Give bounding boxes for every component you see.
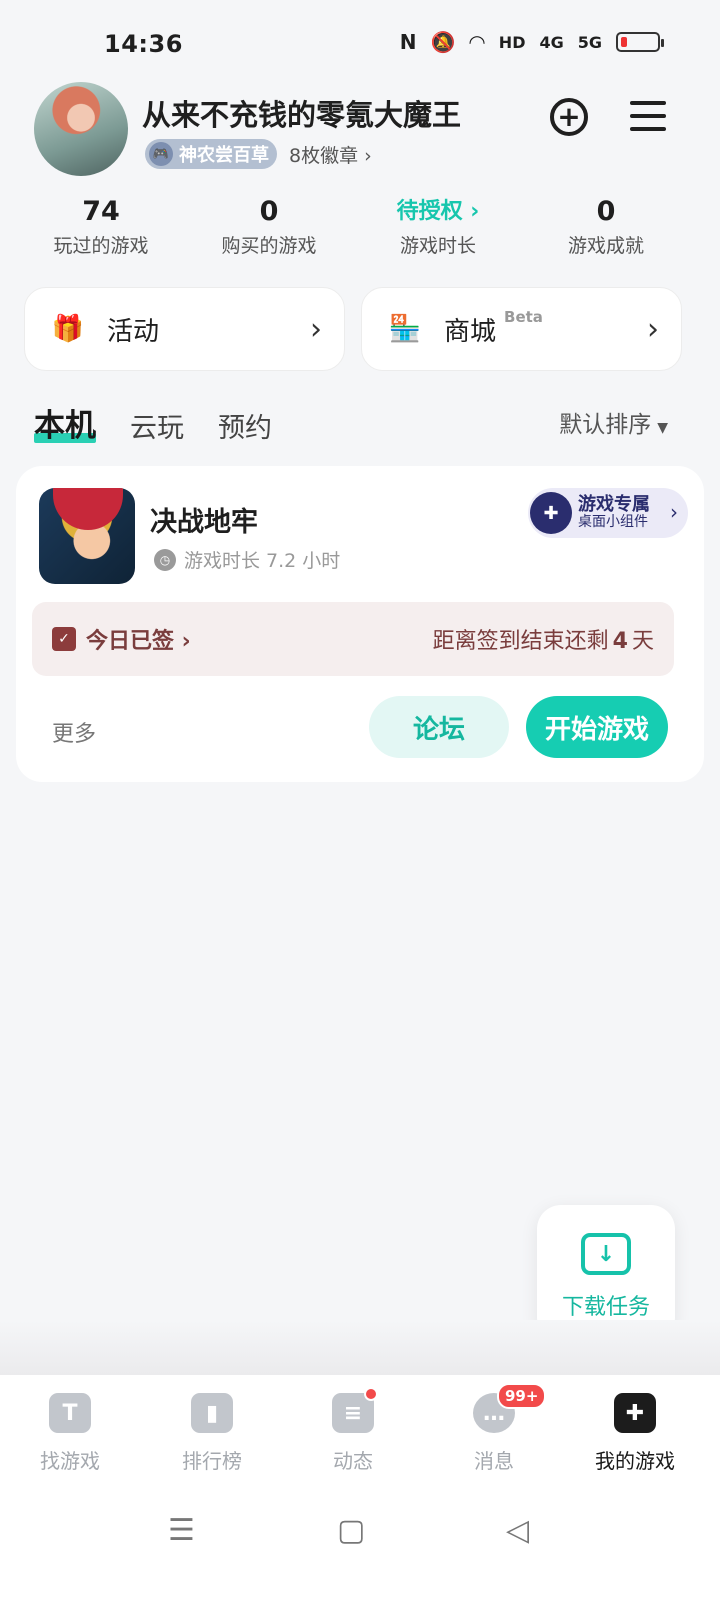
nav-messages[interactable]: … 99+ 消息	[439, 1383, 549, 1474]
sign-in-bar[interactable]: ✓ 今日已签 › 距离签到结束还剩 4 天	[32, 602, 674, 676]
feed-icon: ≡	[332, 1387, 378, 1433]
nav-find-games[interactable]: T 找游戏	[15, 1393, 125, 1474]
game-tabs: 本机 云玩 预约	[34, 400, 272, 445]
nav-label: 动态	[333, 1449, 373, 1473]
download-icon: ↓	[581, 1233, 631, 1275]
nav-my-games[interactable]: ✚ 我的游戏	[580, 1393, 690, 1474]
tab-reservation[interactable]: 预约	[218, 406, 272, 445]
status-icons: N 🔕 ◠ HD 4G 5G	[399, 30, 664, 54]
status-bar: 14:36 N 🔕 ◠ HD 4G 5G	[0, 0, 720, 90]
message-icon: … 99+	[473, 1383, 547, 1433]
store-card[interactable]: 🏪 商城 Beta ›	[361, 287, 682, 371]
badge-count-link[interactable]: 8枚徽章 ›	[289, 141, 372, 168]
notification-dot	[364, 1387, 378, 1401]
4g-signal-icon: 4G	[539, 32, 564, 52]
gamepad-icon: 🎮	[149, 142, 173, 166]
remaining-days: 4	[612, 629, 628, 654]
wifi-icon: ◠	[469, 30, 485, 54]
tab-local[interactable]: 本机	[34, 400, 96, 445]
nav-label: 消息	[474, 1449, 514, 1473]
add-button[interactable]: +	[550, 98, 588, 136]
gamepad-icon: ✚	[530, 492, 572, 534]
hamburger-icon	[630, 101, 666, 105]
bottom-shade	[0, 1320, 720, 1375]
activity-card[interactable]: 🎁 活动 ›	[24, 287, 345, 371]
game-card[interactable]: 决战地牢 ◷ 游戏时长 7.2 小时 ✚ 游戏专属 桌面小组件 › ✓ 今日已签…	[16, 466, 704, 782]
message-count-badge: 99+	[497, 1383, 547, 1409]
store-label: 商城	[444, 316, 497, 347]
game-icon[interactable]	[39, 488, 135, 584]
username[interactable]: 从来不充钱的零氪大魔王	[142, 92, 461, 134]
stat-value: 0	[596, 196, 616, 227]
bottom-nav: T 找游戏 ▮ 排行榜 ≡ 动态 … 99+ 消息 ✚ 我的游戏	[0, 1375, 720, 1485]
stat-label: 游戏成就	[567, 235, 644, 257]
menu-button[interactable]	[630, 101, 666, 131]
avatar[interactable]	[34, 82, 128, 176]
home-icon[interactable]: ▢	[337, 1513, 365, 1548]
sign-in-remaining: 距离签到结束还剩 4 天	[432, 629, 654, 654]
stat-value: 74	[82, 196, 120, 227]
chevron-right-icon: ›	[310, 311, 322, 347]
desktop-widget-button[interactable]: ✚ 游戏专属 桌面小组件 ›	[528, 488, 688, 538]
play-time: ◷ 游戏时长 7.2 小时	[154, 546, 340, 573]
download-tasks-label: 下载任务	[561, 1295, 650, 1320]
my-games-icon: ✚	[614, 1393, 656, 1433]
play-time-label: 游戏时长 7.2 小时	[184, 550, 341, 572]
title-badge-label: 神农尝百草	[179, 145, 269, 166]
nav-feed[interactable]: ≡ 动态	[298, 1387, 408, 1474]
widget-title: 游戏专属	[578, 494, 650, 516]
stat-play-time[interactable]: 待授权 › 游戏时长	[353, 195, 523, 258]
forum-button[interactable]: 论坛	[369, 696, 509, 758]
ranking-icon: ▮	[191, 1393, 233, 1433]
store-icon: 🏪	[388, 314, 422, 344]
stat-played-games[interactable]: 74 玩过的游戏	[16, 195, 186, 258]
back-icon[interactable]: ◁	[506, 1513, 529, 1548]
hd-icon: HD	[498, 32, 526, 52]
tab-cloud[interactable]: 云玩	[130, 406, 184, 445]
sort-dropdown[interactable]: 默认排序 ▼	[559, 405, 668, 439]
stat-label: 玩过的游戏	[53, 235, 149, 257]
nav-label: 找游戏	[40, 1449, 100, 1473]
start-game-button[interactable]: 开始游戏	[526, 696, 668, 758]
stats-row: 74 玩过的游戏 0 购买的游戏 待授权 › 游戏时长 0 游戏成就	[0, 195, 720, 265]
caret-down-icon: ▼	[657, 420, 668, 436]
find-game-icon: T	[49, 1393, 91, 1433]
stopwatch-icon: ◷	[154, 548, 176, 571]
system-nav-bar: ☰ ▢ ◁	[0, 1485, 720, 1600]
more-button[interactable]: 更多	[52, 716, 96, 748]
stat-value: 0	[259, 196, 279, 227]
nfc-icon: N	[399, 30, 417, 54]
battery-low-icon	[616, 32, 664, 52]
sort-label: 默认排序	[559, 412, 652, 438]
beta-tag: Beta	[504, 308, 543, 326]
status-time: 14:36	[104, 30, 183, 58]
nav-ranking[interactable]: ▮ 排行榜	[157, 1393, 267, 1474]
nav-label: 排行榜	[182, 1449, 242, 1473]
sign-in-status-label: 今日已签 ›	[86, 629, 191, 654]
mute-icon: 🔕	[430, 30, 456, 54]
nav-label: 我的游戏	[595, 1449, 675, 1473]
activity-label: 活动	[107, 316, 160, 347]
stat-purchased-games[interactable]: 0 购买的游戏	[184, 195, 354, 258]
chevron-right-icon: ›	[647, 311, 659, 347]
recent-apps-icon[interactable]: ☰	[168, 1513, 195, 1548]
sign-in-status[interactable]: ✓ 今日已签 ›	[52, 623, 191, 655]
game-name[interactable]: 决战地牢	[150, 500, 258, 539]
stat-achievements[interactable]: 0 游戏成就	[521, 195, 691, 258]
gift-icon: 🎁	[51, 314, 85, 344]
chevron-right-icon: ›	[670, 500, 678, 524]
title-badge[interactable]: 🎮 神农尝百草	[145, 139, 277, 169]
authorize-link[interactable]: 待授权 ›	[353, 195, 523, 229]
stat-label: 购买的游戏	[221, 235, 317, 257]
stat-label: 游戏时长	[399, 235, 476, 257]
plus-icon: +	[557, 100, 581, 133]
5g-signal-icon: 5G	[577, 32, 602, 52]
calendar-check-icon: ✓	[52, 627, 76, 651]
widget-subtitle: 桌面小组件	[578, 514, 648, 531]
